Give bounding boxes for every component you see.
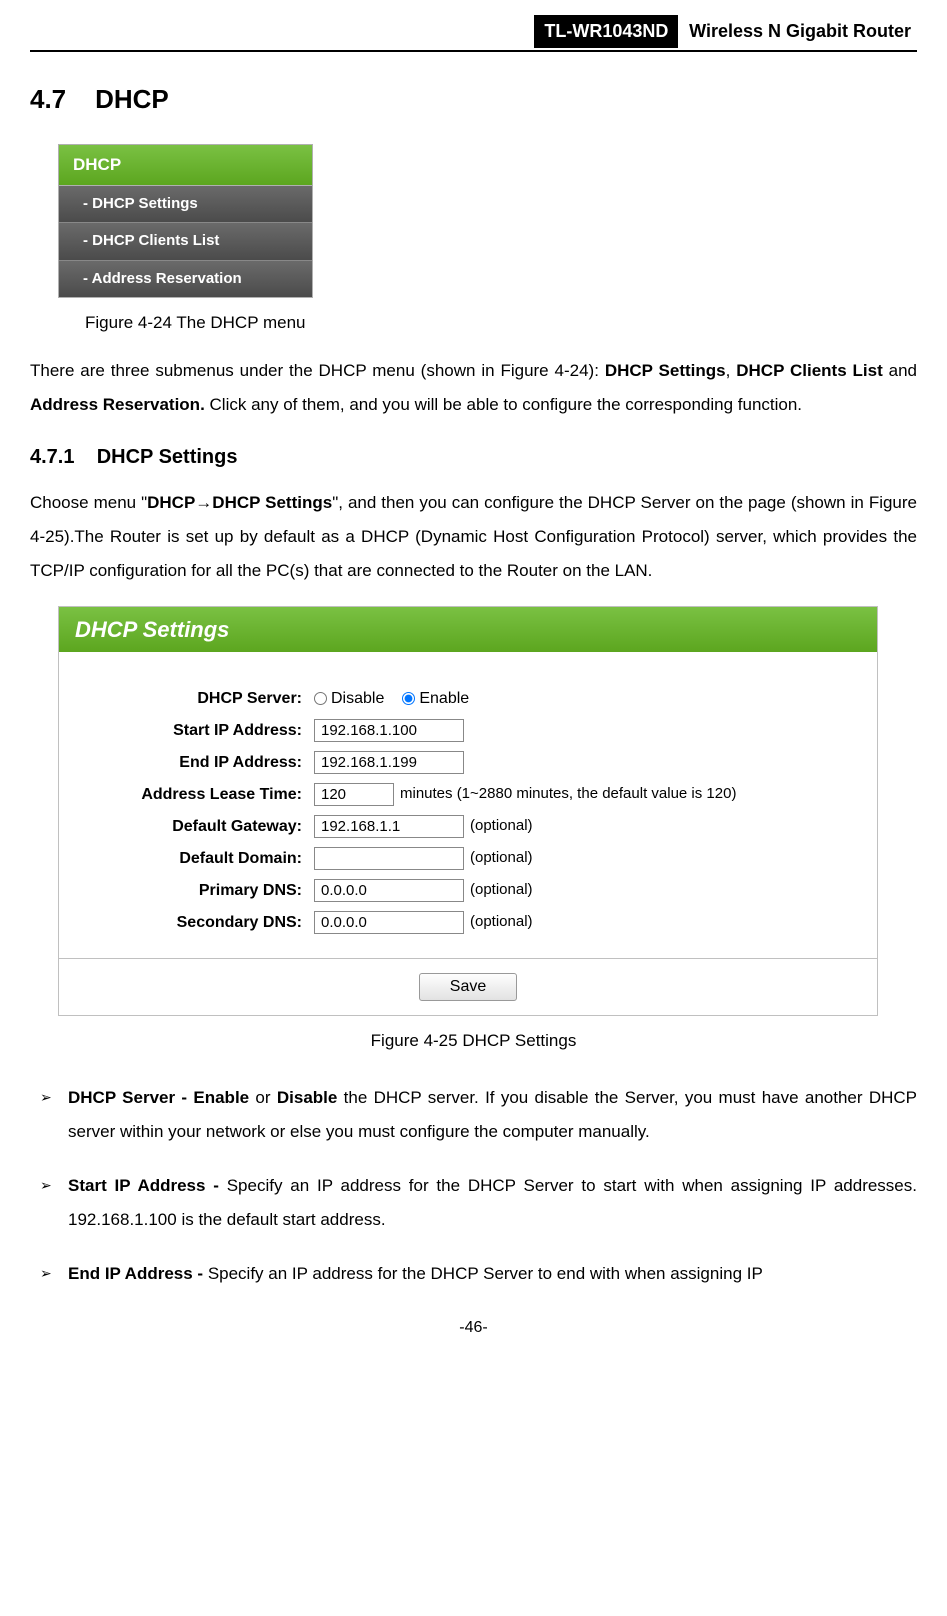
input-gateway[interactable] <box>314 815 464 838</box>
page-number: -46- <box>30 1316 917 1340</box>
list-item: End IP Address - Specify an IP address f… <box>30 1257 917 1291</box>
input-domain[interactable] <box>314 847 464 870</box>
text: There are three submenus under the DHCP … <box>30 361 500 380</box>
label-secondary-dns: Secondary DNS: <box>84 911 314 935</box>
sidemenu-item-dhcp-clients: - DHCP Clients List <box>59 223 312 261</box>
optional-hint: (optional) <box>470 815 533 838</box>
input-start-ip[interactable] <box>314 719 464 742</box>
label-start-ip: Start IP Address: <box>84 719 314 743</box>
figure-4-24-caption: Figure 4-24 The DHCP menu <box>85 310 917 336</box>
bold-text: End IP Address - <box>68 1264 208 1283</box>
row-gateway: Default Gateway: (optional) <box>84 815 852 839</box>
input-lease-time[interactable] <box>314 783 394 806</box>
section-heading: 4.7 DHCP <box>30 80 917 119</box>
dhcp-sidemenu-figure: DHCP - DHCP Settings - DHCP Clients List… <box>58 144 313 298</box>
text: ): <box>589 361 605 380</box>
input-primary-dns[interactable] <box>314 879 464 902</box>
figure-ref: Figure 4-24 <box>500 361 588 380</box>
panel-body: DHCP Server: Disable Enable Start IP Add… <box>59 652 877 958</box>
panel-footer: Save <box>59 958 877 1015</box>
definition-list: DHCP Server - Enable or Disable the DHCP… <box>30 1081 917 1291</box>
section-title: DHCP <box>95 84 169 114</box>
bold-text: DHCP Server - Enable <box>68 1088 249 1107</box>
sidemenu-item-address-reservation: - Address Reservation <box>59 261 312 298</box>
bold-text: DHCP Settings <box>605 361 726 380</box>
text: Click any of them, and you will be able … <box>205 395 802 414</box>
text: ", and then you can configure the DHCP S… <box>332 493 869 512</box>
bold-text: Start IP Address - <box>68 1176 227 1195</box>
section-number: 4.7 <box>30 84 66 114</box>
row-dhcp-server: DHCP Server: Disable Enable <box>84 687 852 711</box>
radio-enable[interactable] <box>402 692 415 705</box>
list-item: DHCP Server - Enable or Disable the DHCP… <box>30 1081 917 1149</box>
radio-enable-label: Enable <box>419 687 469 711</box>
row-lease-time: Address Lease Time: minutes (1~2880 minu… <box>84 783 852 807</box>
subsection-paragraph: Choose menu "DHCP→DHCP Settings", and th… <box>30 486 917 588</box>
row-primary-dns: Primary DNS: (optional) <box>84 879 852 903</box>
radio-enable-wrap[interactable]: Enable <box>402 687 469 711</box>
sidemenu-header: DHCP <box>59 145 312 186</box>
dhcp-settings-panel-figure: DHCP Settings DHCP Server: Disable Enabl… <box>58 606 878 1016</box>
radio-disable-label: Disable <box>331 687 384 711</box>
text: or <box>249 1088 277 1107</box>
subsection-number: 4.7.1 <box>30 446 74 468</box>
optional-hint: (optional) <box>470 879 533 902</box>
text: Choose menu " <box>30 493 147 512</box>
sidemenu-item-dhcp-settings: - DHCP Settings <box>59 186 312 224</box>
label-dhcp-server: DHCP Server: <box>84 687 314 711</box>
subsection-heading: 4.7.1 DHCP Settings <box>30 442 917 472</box>
header-product: Wireless N Gigabit Router <box>683 15 917 48</box>
row-domain: Default Domain: (optional) <box>84 847 852 871</box>
subsection-title: DHCP Settings <box>97 446 238 468</box>
lease-hint: minutes (1~2880 minutes, the default val… <box>400 783 736 806</box>
label-primary-dns: Primary DNS: <box>84 879 314 903</box>
label-gateway: Default Gateway: <box>84 815 314 839</box>
menu-path: DHCP→DHCP Settings <box>147 493 332 512</box>
text: ).The Router is set up by default as a D… <box>30 527 917 580</box>
bold-text: Disable <box>277 1088 337 1107</box>
radio-disable[interactable] <box>314 692 327 705</box>
optional-hint: (optional) <box>470 911 533 934</box>
panel-title: DHCP Settings <box>59 607 877 652</box>
text: Specify an IP address for the DHCP Serve… <box>208 1264 763 1283</box>
text: , <box>726 361 737 380</box>
row-end-ip: End IP Address: <box>84 751 852 775</box>
label-domain: Default Domain: <box>84 847 314 871</box>
radio-disable-wrap[interactable]: Disable <box>314 687 384 711</box>
intro-paragraph: There are three submenus under the DHCP … <box>30 354 917 422</box>
row-secondary-dns: Secondary DNS: (optional) <box>84 911 852 935</box>
label-end-ip: End IP Address: <box>84 751 314 775</box>
optional-hint: (optional) <box>470 847 533 870</box>
figure-4-25-caption: Figure 4-25 DHCP Settings <box>30 1028 917 1054</box>
list-item: Start IP Address - Specify an IP address… <box>30 1169 917 1237</box>
page-header: TL-WR1043ND Wireless N Gigabit Router <box>30 15 917 52</box>
input-secondary-dns[interactable] <box>314 911 464 934</box>
bold-text: DHCP Clients List <box>736 361 883 380</box>
bold-text: Address Reservation. <box>30 395 205 414</box>
save-button[interactable]: Save <box>419 973 517 1001</box>
header-model: TL-WR1043ND <box>534 15 678 48</box>
label-lease-time: Address Lease Time: <box>84 783 314 807</box>
row-start-ip: Start IP Address: <box>84 719 852 743</box>
input-end-ip[interactable] <box>314 751 464 774</box>
text: and <box>883 361 917 380</box>
